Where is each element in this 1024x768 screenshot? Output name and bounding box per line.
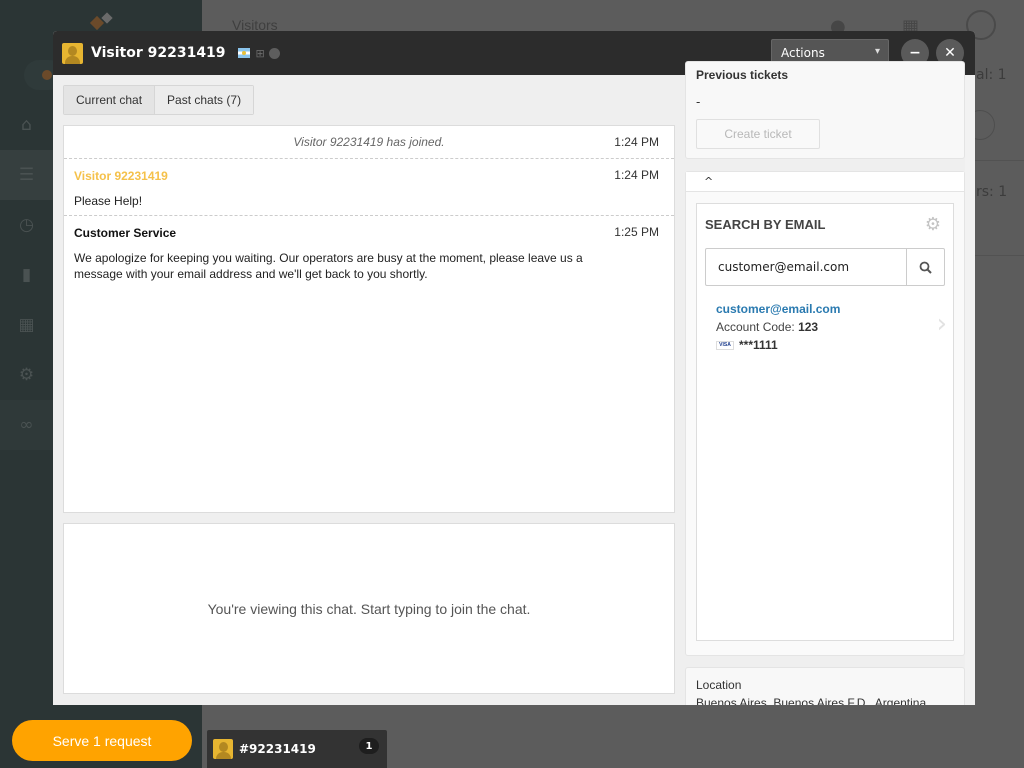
- tab-past-chats[interactable]: Past chats (7): [155, 86, 254, 114]
- account-code-value: 123: [798, 320, 819, 334]
- payment-card: VISA ***1111: [716, 338, 840, 352]
- visa-icon: VISA: [716, 340, 734, 350]
- minimized-chat-tab[interactable]: #92231419 1: [207, 730, 387, 768]
- modal-title: Visitor 92231419: [91, 45, 226, 61]
- message-text: Visitor 92231419 has joined.: [293, 135, 445, 149]
- search-widget: SEARCH BY EMAIL ⚙ customer@email.com Acc…: [696, 203, 954, 641]
- message-text: We apologize for keeping you waiting. Ou…: [74, 251, 583, 281]
- card-number: ***1111: [739, 338, 778, 352]
- actions-label: Actions: [781, 46, 825, 60]
- email-search-field: [705, 248, 945, 286]
- chat-log: Visitor 92231419 has joined. 1:24 PM Vis…: [63, 125, 675, 513]
- previous-tickets-card: Previous tickets - Create ticket: [685, 61, 965, 159]
- message-time: 1:25 PM: [614, 225, 659, 239]
- account-code-label: Account Code:: [716, 320, 795, 334]
- integrations-icon[interactable]: ∞: [0, 400, 53, 450]
- history-icon[interactable]: ◷: [0, 200, 53, 250]
- result-email[interactable]: customer@email.com: [716, 302, 840, 316]
- system-message: Visitor 92231419 has joined. 1:24 PM: [64, 126, 674, 159]
- create-ticket-button[interactable]: Create ticket: [696, 119, 820, 149]
- unread-badge: 1: [359, 738, 379, 754]
- customer-result[interactable]: customer@email.com Account Code: 123 VIS…: [716, 302, 840, 352]
- location-label: Location: [696, 678, 742, 692]
- agent-message: Customer Service 1:25 PM We apologize fo…: [64, 216, 674, 290]
- search-by-email-card: ^ SEARCH BY EMAIL ⚙ customer@email.com A…: [685, 171, 965, 656]
- previous-tickets-value: -: [696, 95, 701, 109]
- close-icon: ✕: [944, 45, 956, 61]
- collapse-toggle[interactable]: ^: [686, 172, 964, 192]
- message-author: Customer Service: [74, 226, 177, 240]
- visitor-avatar-icon: [213, 739, 233, 759]
- message-time: 1:24 PM: [614, 168, 659, 182]
- message-text: Please Help!: [74, 194, 143, 208]
- search-title: SEARCH BY EMAIL: [705, 217, 826, 232]
- firefox-icon: [268, 47, 280, 59]
- bg-stat-2: rs: 1: [976, 184, 1008, 200]
- email-input[interactable]: [706, 249, 906, 285]
- visitors-icon[interactable]: ☰: [0, 150, 53, 200]
- message-author: Visitor 92231419: [74, 169, 168, 183]
- analytics-icon[interactable]: ▦: [0, 300, 53, 350]
- sidebar-nav: ⌂ ☰ ◷ ▮ ▦ ⚙ ∞: [0, 100, 53, 450]
- visitor-info-panel: Previous tickets - Create ticket ^ SEARC…: [685, 61, 965, 705]
- account-code: Account Code: 123: [716, 320, 840, 334]
- serve-request-button[interactable]: Serve 1 request: [12, 720, 192, 761]
- bg-stat-1: al: 1: [976, 67, 1007, 83]
- location-card: Location Buenos Aires, Buenos Aires F.D.…: [685, 667, 965, 705]
- divider: [975, 160, 1024, 161]
- chat-tabs: Current chat Past chats (7): [63, 85, 255, 115]
- divider: [975, 255, 1024, 256]
- minimize-icon: −: [909, 45, 921, 61]
- message-time: 1:24 PM: [614, 135, 659, 149]
- tab-current-chat[interactable]: Current chat: [64, 86, 156, 114]
- visitor-chat-modal: Visitor 92231419 ⊞ Actions ▾ − ✕ Current…: [53, 31, 975, 705]
- scrollbar-track[interactable]: [965, 75, 975, 705]
- compose-area[interactable]: You're viewing this chat. Start typing t…: [63, 523, 675, 694]
- chevron-right-icon[interactable]: ›: [937, 309, 947, 339]
- reports-icon[interactable]: ▮: [0, 250, 53, 300]
- compose-notice: You're viewing this chat. Start typing t…: [207, 600, 531, 617]
- windows-icon: ⊞: [255, 46, 265, 60]
- location-value: Buenos Aires, Buenos Aires F.D., Argenti…: [696, 696, 927, 705]
- chevron-up-icon: ^: [704, 175, 714, 188]
- chevron-down-icon: ▾: [874, 46, 880, 57]
- search-icon: [919, 261, 932, 274]
- visitor-avatar-icon: [62, 42, 83, 64]
- settings-icon[interactable]: ⚙: [0, 350, 53, 400]
- argentina-flag-icon: [237, 48, 250, 58]
- gear-icon[interactable]: ⚙: [925, 214, 941, 235]
- home-icon[interactable]: ⌂: [0, 100, 53, 150]
- search-button[interactable]: [906, 249, 944, 285]
- previous-tickets-label: Previous tickets: [696, 68, 789, 82]
- visitor-message: Visitor 92231419 1:24 PM Please Help!: [64, 159, 674, 216]
- chat-tab-label: #92231419: [239, 742, 316, 756]
